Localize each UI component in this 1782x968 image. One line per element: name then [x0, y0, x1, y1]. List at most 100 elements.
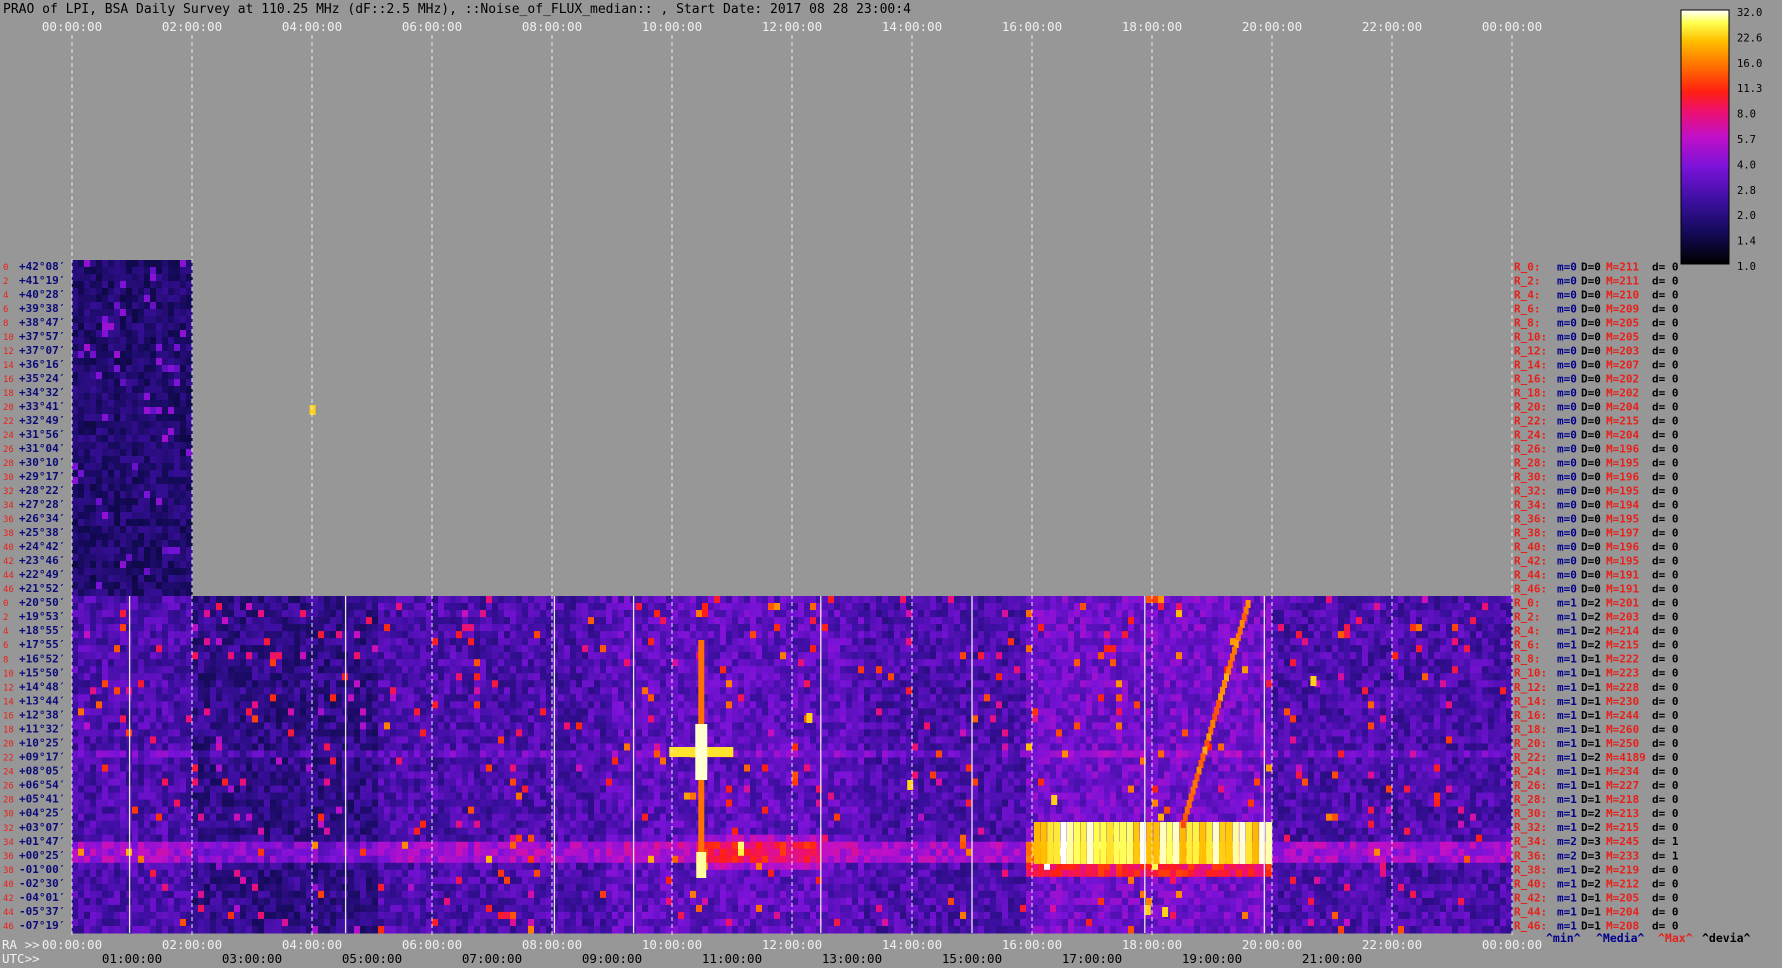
heat-cell — [522, 736, 529, 744]
heat-cell — [120, 799, 127, 808]
heat-cell — [462, 799, 469, 808]
heat-cell — [504, 806, 511, 815]
heat-cell — [174, 505, 181, 513]
heat-cell — [264, 925, 271, 934]
heat-cell — [432, 918, 439, 927]
heat-cell — [84, 442, 91, 450]
heat-cell — [534, 722, 541, 730]
heat-cell — [318, 743, 325, 751]
heat-cell — [444, 617, 451, 625]
heat-cell — [222, 652, 229, 660]
heat-cell — [270, 631, 277, 639]
heat-cell — [534, 918, 541, 927]
heat-cell — [156, 365, 163, 373]
heat-cell — [222, 883, 229, 892]
heat-cell — [252, 743, 259, 751]
heat-cell — [510, 729, 517, 737]
heat-cell — [366, 813, 373, 822]
heat-cell — [510, 834, 517, 843]
heat-cell — [540, 624, 547, 632]
heat-cell — [402, 764, 409, 773]
heat-cell — [258, 897, 265, 906]
heat-cell — [102, 456, 109, 464]
heat-cell — [516, 820, 523, 829]
heat-cell — [222, 897, 229, 906]
heat-cell — [414, 694, 421, 702]
heat-cell — [102, 820, 109, 829]
heat-cell — [276, 736, 283, 744]
heat-cell — [408, 652, 415, 660]
heat-cell — [132, 778, 139, 787]
heat-cell — [366, 610, 373, 618]
heat-cell — [120, 344, 127, 352]
heat-cell — [270, 813, 277, 822]
heat-cell — [144, 638, 151, 646]
heat-cell — [492, 617, 499, 625]
heat-cell — [96, 442, 103, 450]
heat-cell — [90, 673, 97, 681]
heat-cell — [216, 869, 223, 878]
heat-cell — [270, 722, 277, 730]
heat-cell — [84, 687, 91, 695]
heat-cell — [192, 813, 199, 822]
heat-cell — [234, 855, 241, 864]
heat-cell — [504, 659, 511, 667]
heat-cell — [510, 799, 517, 808]
heat-cell — [156, 624, 163, 632]
heat-cell — [570, 792, 577, 801]
heat-cell — [564, 603, 571, 611]
heat-cell — [420, 743, 427, 751]
heat-cell — [156, 428, 163, 436]
heat-cell — [150, 302, 157, 310]
heat-cell — [228, 869, 235, 878]
heat-cell — [516, 603, 523, 611]
heat-cell — [228, 603, 235, 611]
heat-cell — [420, 603, 427, 611]
heat-cell — [222, 680, 229, 688]
heat-cell — [90, 659, 97, 667]
heat-cell — [174, 449, 181, 457]
heat-cell — [438, 925, 445, 934]
heat-cell — [114, 680, 121, 688]
heat-cell — [498, 883, 505, 892]
heat-cell — [402, 778, 409, 787]
heat-cell — [348, 715, 355, 723]
heat-cell — [120, 750, 127, 758]
heat-cell — [540, 911, 547, 920]
heat-cell — [504, 666, 511, 674]
heat-cell — [456, 799, 463, 808]
heat-cell — [210, 666, 217, 674]
heat-cell — [396, 904, 403, 913]
heat-cell — [384, 827, 391, 836]
heat-cell — [72, 288, 79, 296]
heat-cell — [258, 813, 265, 822]
heat-cell — [240, 596, 247, 604]
heat-cell — [528, 799, 535, 808]
heat-cell — [168, 435, 175, 443]
heat-cell — [96, 624, 103, 632]
heat-cell — [78, 848, 85, 857]
heat-cell — [408, 603, 415, 611]
heat-cell — [90, 799, 97, 808]
heat-cell — [162, 610, 169, 618]
heat-cell — [210, 673, 217, 681]
heat-cell — [270, 666, 277, 674]
heat-cell — [222, 736, 229, 744]
heat-cell — [522, 778, 529, 787]
heat-cell — [156, 526, 163, 534]
heat-cell — [126, 470, 133, 478]
heat-cell — [360, 820, 367, 829]
heat-cell — [390, 918, 397, 927]
heat-cell — [378, 792, 385, 801]
heat-cell — [228, 659, 235, 667]
heat-cell — [72, 834, 79, 843]
heat-cell — [192, 904, 199, 913]
heat-cell — [564, 673, 571, 681]
heat-cell — [120, 505, 127, 513]
heat-cell — [90, 869, 97, 878]
heat-cell — [222, 827, 229, 836]
heat-cell — [96, 260, 103, 268]
heat-cell — [366, 897, 373, 906]
heat-cell — [480, 848, 487, 857]
heat-cell — [240, 841, 247, 850]
